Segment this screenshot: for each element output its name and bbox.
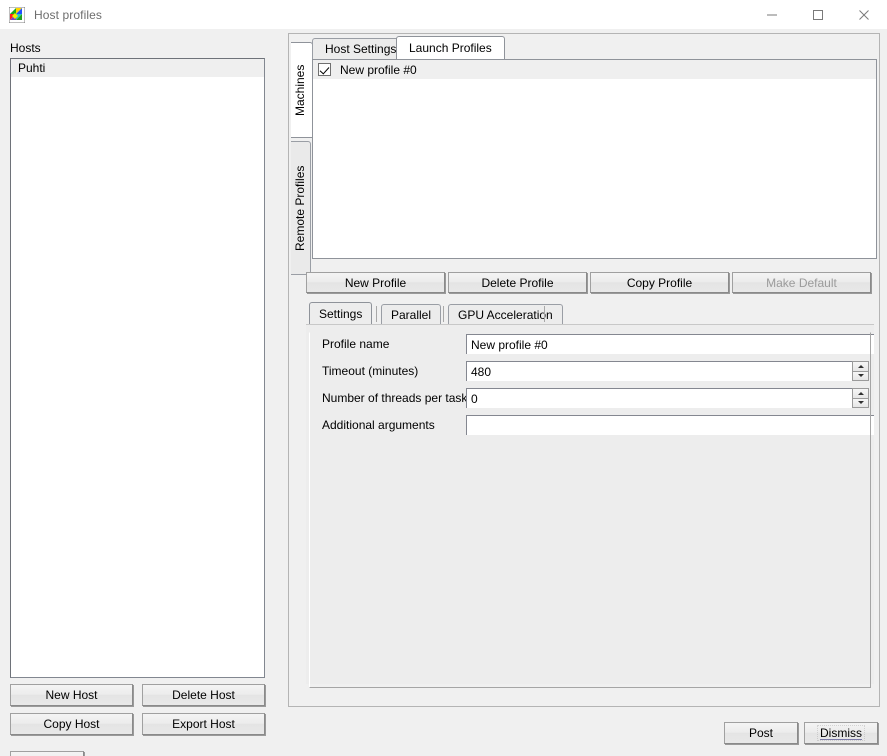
tab-launch-profiles[interactable]: Launch Profiles (396, 36, 505, 59)
copy-host-button[interactable]: Copy Host (10, 713, 133, 735)
subtab-settings-label: Settings (319, 307, 362, 321)
checkbox-icon[interactable] (318, 63, 331, 76)
subtab-gpu-label: GPU Acceleration (458, 308, 553, 322)
apply-button[interactable]: Apply (10, 751, 84, 756)
spinner-down-icon[interactable] (852, 399, 869, 409)
vtab-machines[interactable]: Machines (291, 42, 313, 138)
threads-label: Number of threads per task (322, 391, 467, 405)
subtab-settings[interactable]: Settings (309, 302, 372, 324)
make-default-button: Make Default (732, 272, 871, 293)
subtab-separator-3 (544, 306, 545, 322)
tab-strip: Host Settings Launch Profiles (312, 36, 877, 59)
timeout-stepper[interactable] (852, 361, 869, 381)
tab-host-settings[interactable]: Host Settings (312, 38, 409, 59)
window-controls (749, 0, 887, 29)
settings-tab-strip: Settings Parallel GPU Acceleration (309, 302, 874, 324)
additional-arguments-input[interactable] (466, 415, 874, 435)
field-additional-arguments: Additional arguments (306, 414, 874, 436)
hosts-list[interactable]: Puhti (10, 58, 265, 678)
timeout-label: Timeout (minutes) (322, 364, 418, 378)
threads-input[interactable] (466, 388, 852, 408)
spinner-up-icon[interactable] (852, 388, 869, 399)
threads-stepper[interactable] (852, 388, 869, 408)
subtab-separator-1 (376, 306, 377, 322)
field-timeout: Timeout (minutes) (306, 360, 874, 382)
vtab-remote-profiles[interactable]: Remote Profiles (291, 141, 311, 275)
dismiss-button-label: Dismiss (817, 725, 865, 741)
title-bar: Host profiles (0, 0, 887, 29)
close-icon[interactable] (841, 0, 887, 29)
export-host-button[interactable]: Export Host (142, 713, 265, 735)
copy-profile-button[interactable]: Copy Profile (590, 272, 729, 293)
additional-arguments-label: Additional arguments (322, 418, 435, 432)
spinner-up-icon[interactable] (852, 361, 869, 372)
new-profile-button[interactable]: New Profile (306, 272, 445, 293)
delete-host-button[interactable]: Delete Host (142, 684, 265, 706)
window-title: Host profiles (34, 8, 102, 22)
tab-launch-profiles-label: Launch Profiles (409, 41, 492, 55)
profile-name-label: Profile name (322, 337, 389, 351)
vertical-tab-strip: Machines Remote Profiles (291, 42, 311, 275)
profile-label: New profile #0 (340, 63, 417, 77)
tab-host-settings-label: Host Settings (325, 42, 396, 56)
maximize-icon[interactable] (795, 0, 841, 29)
host-actions: New Host Delete Host Copy Host Export Ho… (10, 684, 265, 742)
subtab-parallel[interactable]: Parallel (381, 304, 441, 324)
app-colorful-icon (9, 7, 25, 23)
hosts-label: Hosts (10, 41, 41, 55)
hosts-panel: Hosts Puhti New Host Delete Host Copy Ho… (0, 29, 281, 756)
subtab-gpu-acceleration[interactable]: GPU Acceleration (448, 304, 563, 324)
vtab-machines-label: Machines (293, 64, 307, 115)
new-host-button[interactable]: New Host (10, 684, 133, 706)
profile-name-input[interactable] (466, 334, 874, 354)
timeout-input[interactable] (466, 361, 852, 381)
right-panel: Machines Remote Profiles Host Settings L… (291, 36, 877, 704)
vtab-remote-profiles-label: Remote Profiles (293, 165, 307, 250)
dialog-actions: Post Dismiss (724, 722, 878, 744)
profiles-list[interactable]: New profile #0 (312, 59, 877, 259)
field-threads: Number of threads per task (306, 387, 874, 409)
host-profiles-window: Host profiles Hosts Puhti New Host Delet… (0, 0, 887, 756)
minimize-icon[interactable] (749, 0, 795, 29)
settings-page: Profile name Timeout (minutes) Number of… (306, 324, 874, 684)
post-button[interactable]: Post (724, 722, 798, 744)
spinner-down-icon[interactable] (852, 372, 869, 382)
list-item[interactable]: New profile #0 (313, 60, 876, 79)
profile-actions: New Profile Delete Profile Copy Profile … (306, 272, 871, 293)
list-item[interactable]: Puhti (11, 59, 264, 77)
delete-profile-button[interactable]: Delete Profile (448, 272, 587, 293)
subtab-parallel-label: Parallel (391, 308, 431, 322)
subtab-separator-2 (443, 306, 444, 322)
dismiss-button[interactable]: Dismiss (804, 722, 878, 744)
field-profile-name: Profile name (306, 333, 874, 355)
